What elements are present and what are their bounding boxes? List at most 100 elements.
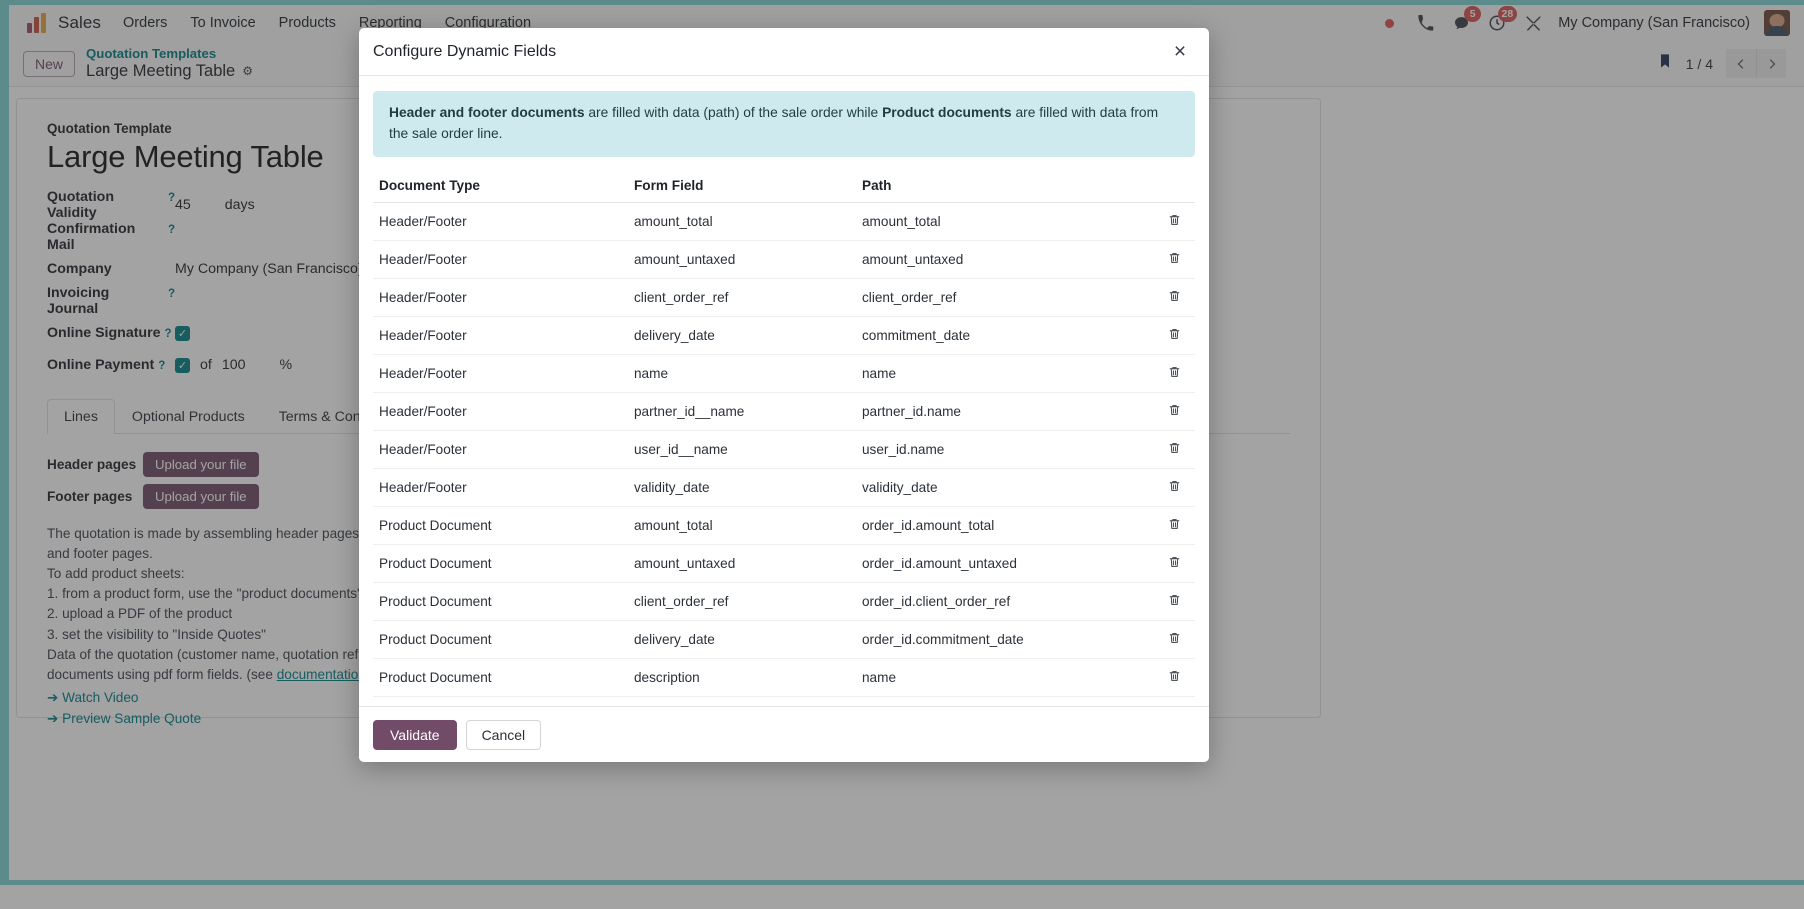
cell-form-field: amount_untaxed (628, 240, 856, 278)
cell-path: order_id.amount_total (856, 506, 1153, 544)
cell-actions (1153, 430, 1195, 468)
table-body: Header/Footeramount_totalamount_totalHea… (373, 202, 1195, 702)
cell-document-type: Product Document (373, 544, 628, 582)
cell-document-type: Header/Footer (373, 316, 628, 354)
cell-actions (1153, 506, 1195, 544)
cell-form-field: amount_total (628, 506, 856, 544)
cell-actions (1153, 202, 1195, 240)
cell-actions (1153, 696, 1195, 702)
cell-path: partner_id.name (856, 392, 1153, 430)
table-row[interactable]: Header/Footerpartner_id__namepartner_id.… (373, 392, 1195, 430)
dynamic-fields-table-scroll[interactable]: Document Type Form Field Path Header/Foo… (373, 157, 1195, 702)
cell-form-field: client_order_ref (628, 278, 856, 316)
cell-form-field: amount_untaxed (628, 544, 856, 582)
column-header-form-field: Form Field (628, 170, 856, 203)
alert-text-1: are filled with data (path) of the sale … (585, 105, 883, 120)
table-row[interactable]: Product Documentdelivery_dateorder_id.co… (373, 620, 1195, 658)
cell-path: user_id.name (856, 430, 1153, 468)
table-header-row: Document Type Form Field Path (373, 170, 1195, 203)
dialog-title: Configure Dynamic Fields (373, 43, 556, 61)
screen: Sales Orders To Invoice Products Reporti… (0, 0, 1804, 909)
cell-actions (1153, 354, 1195, 392)
validate-button[interactable]: Validate (373, 720, 457, 750)
trash-icon[interactable] (1168, 481, 1181, 496)
cell-actions (1153, 658, 1195, 696)
cell-actions (1153, 544, 1195, 582)
cell-form-field: delivery_date (628, 620, 856, 658)
cell-path: name (856, 658, 1153, 696)
configure-dynamic-fields-dialog: Configure Dynamic Fields × Header and fo… (359, 28, 1209, 762)
trash-icon[interactable] (1168, 367, 1181, 382)
dialog-footer: Validate Cancel (359, 706, 1209, 762)
cell-path: order_id.commitment_date (856, 620, 1153, 658)
cancel-button[interactable]: Cancel (466, 720, 542, 750)
trash-icon[interactable] (1168, 405, 1181, 420)
trash-icon[interactable] (1168, 671, 1181, 686)
cell-actions (1153, 316, 1195, 354)
table-row[interactable]: Product Documentclient_order_reforder_id… (373, 582, 1195, 620)
cell-path: validity_date (856, 468, 1153, 506)
cell-form-field: user_id__name (628, 430, 856, 468)
alert-bold-header-footer: Header and footer documents (389, 105, 585, 120)
cell-document-type: Product Document (373, 696, 628, 702)
trash-icon[interactable] (1168, 595, 1181, 610)
table-row[interactable]: Product Documentamount_totalorder_id.amo… (373, 506, 1195, 544)
cell-document-type: Header/Footer (373, 240, 628, 278)
dynamic-fields-table: Document Type Form Field Path Header/Foo… (373, 170, 1195, 702)
table-row[interactable]: Header/Footerclient_order_refclient_orde… (373, 278, 1195, 316)
cell-document-type: Product Document (373, 620, 628, 658)
trash-icon[interactable] (1168, 329, 1181, 344)
column-header-document-type: Document Type (373, 170, 628, 203)
trash-icon[interactable] (1168, 253, 1181, 268)
cell-form-field: validity_date (628, 468, 856, 506)
table-row[interactable]: Header/Footervalidity_datevalidity_date (373, 468, 1195, 506)
cell-document-type: Product Document (373, 658, 628, 696)
table-row[interactable]: Header/Footeramount_untaxedamount_untaxe… (373, 240, 1195, 278)
cell-actions (1153, 468, 1195, 506)
cell-document-type: Header/Footer (373, 202, 628, 240)
column-header-actions (1153, 170, 1195, 203)
cell-form-field: description (628, 658, 856, 696)
cell-path: amount_untaxed (856, 240, 1153, 278)
trash-icon[interactable] (1168, 291, 1181, 306)
cell-path: commitment_date (856, 316, 1153, 354)
cell-form-field: client_order_ref (628, 582, 856, 620)
trash-icon[interactable] (1168, 215, 1181, 230)
close-icon[interactable]: × (1167, 39, 1193, 65)
cell-form-field: delivery_date (628, 316, 856, 354)
cell-path: order_id.client_order_ref (856, 582, 1153, 620)
cell-form-field: amount_total (628, 202, 856, 240)
cell-form-field: discount (628, 696, 856, 702)
cell-actions (1153, 240, 1195, 278)
cell-path: discount (856, 696, 1153, 702)
dialog-header: Configure Dynamic Fields × (359, 28, 1209, 76)
table-row[interactable]: Header/Footernamename (373, 354, 1195, 392)
cell-path: order_id.amount_untaxed (856, 544, 1153, 582)
table-row[interactable]: Product Documentamount_untaxedorder_id.a… (373, 544, 1195, 582)
dialog-body: Header and footer documents are filled w… (359, 76, 1209, 706)
cell-path: client_order_ref (856, 278, 1153, 316)
cell-document-type: Header/Footer (373, 468, 628, 506)
trash-icon[interactable] (1168, 519, 1181, 534)
table-row[interactable]: Header/Footeramount_totalamount_total (373, 202, 1195, 240)
alert-bold-product: Product documents (882, 105, 1012, 120)
trash-icon[interactable] (1168, 443, 1181, 458)
cell-path: amount_total (856, 202, 1153, 240)
cell-actions (1153, 620, 1195, 658)
table-row[interactable]: Header/Footerdelivery_datecommitment_dat… (373, 316, 1195, 354)
cell-document-type: Product Document (373, 506, 628, 544)
table-row[interactable]: Product Documentdiscountdiscount (373, 696, 1195, 702)
table-row[interactable]: Product Documentdescriptionname (373, 658, 1195, 696)
cell-document-type: Header/Footer (373, 278, 628, 316)
trash-icon[interactable] (1168, 633, 1181, 648)
table-head: Document Type Form Field Path (373, 170, 1195, 203)
cell-path: name (856, 354, 1153, 392)
column-header-path: Path (856, 170, 1153, 203)
cell-document-type: Header/Footer (373, 392, 628, 430)
cell-document-type: Product Document (373, 582, 628, 620)
cell-actions (1153, 278, 1195, 316)
cell-form-field: partner_id__name (628, 392, 856, 430)
trash-icon[interactable] (1168, 557, 1181, 572)
table-row[interactable]: Header/Footeruser_id__nameuser_id.name (373, 430, 1195, 468)
cell-document-type: Header/Footer (373, 430, 628, 468)
